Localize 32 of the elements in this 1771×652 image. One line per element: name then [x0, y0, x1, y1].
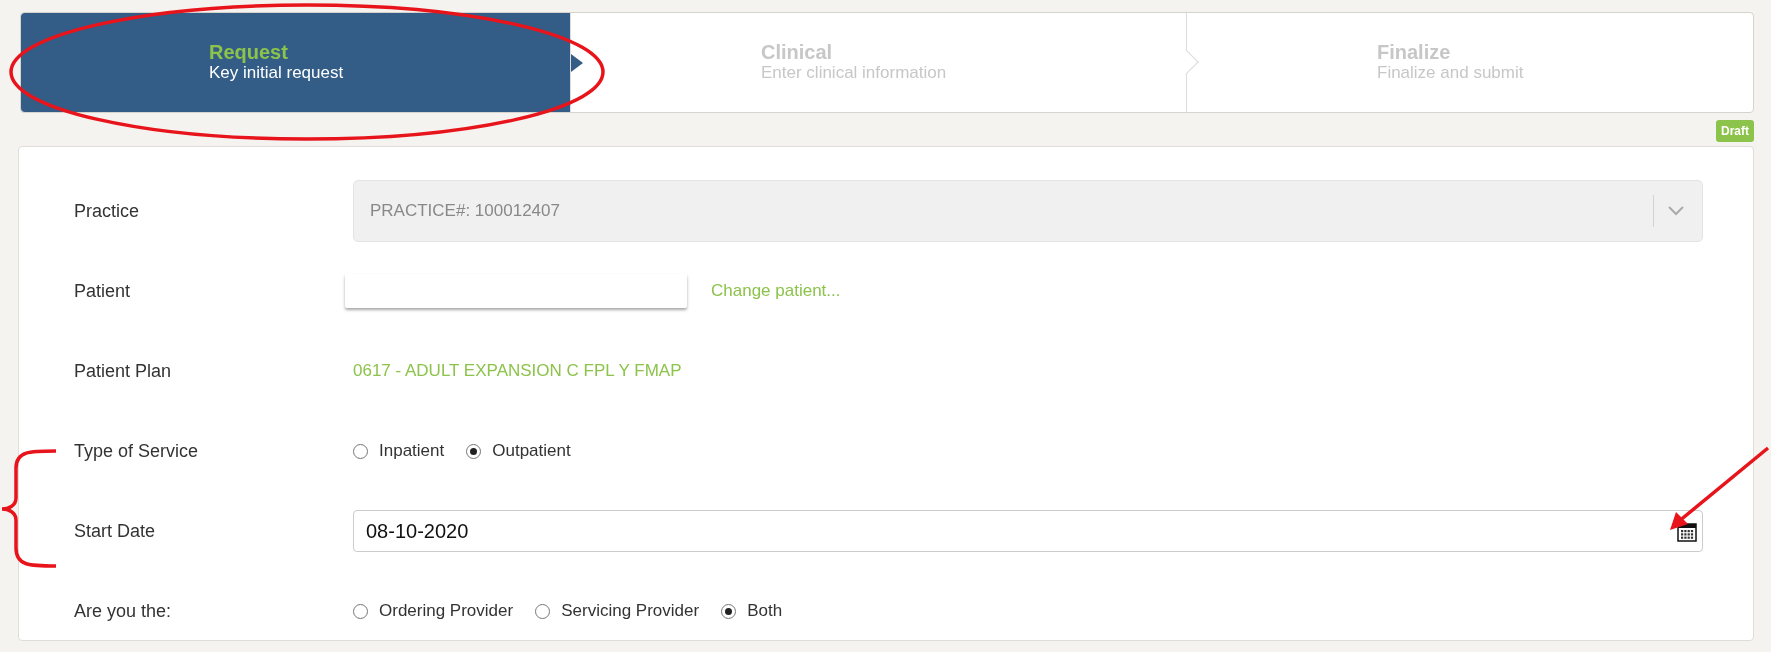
patient-field[interactable] [345, 274, 687, 308]
option-label: Outpatient [492, 440, 571, 463]
radio-button[interactable] [466, 443, 482, 459]
calendar-icon[interactable] [1677, 522, 1697, 542]
radio-button[interactable] [353, 443, 368, 459]
change-patient-link[interactable]: Change patient... [711, 278, 841, 304]
step-title: Request [209, 41, 289, 64]
field-label: Practice [74, 199, 141, 223]
wizard-step[interactable]: Request Key initial request [21, 13, 571, 112]
field-label: Are you the: [74, 599, 173, 623]
option-label: Servicing Provider [561, 600, 700, 623]
wizard-step[interactable]: Finalize Finalize and submit [1187, 13, 1753, 112]
step-arrow [571, 54, 583, 72]
option-label: Both [747, 600, 783, 623]
step-subtitle: Enter clinical information [761, 63, 948, 84]
chevron-down-icon [1668, 206, 1684, 216]
radio-button[interactable] [721, 603, 737, 619]
date-field[interactable]: 08-10-2020 [353, 510, 1703, 552]
plan-value: 0617 - ADULT EXPANSION C FPL Y FMAP [353, 360, 682, 383]
radio-button[interactable] [353, 603, 368, 619]
step-subtitle: Finalize and submit [1377, 63, 1525, 84]
step-title: Clinical [761, 41, 834, 64]
field-label: Patient [74, 279, 132, 303]
step-title: Finalize [1377, 41, 1452, 64]
radio-button[interactable] [535, 603, 551, 619]
field-label: Start Date [74, 519, 157, 543]
field-label: Patient Plan [74, 359, 173, 383]
option-label: Inpatient [379, 440, 445, 463]
field-label: Type of Service [74, 439, 200, 463]
step-subtitle: Key initial request [209, 63, 345, 84]
option-label: Ordering Provider [379, 600, 514, 623]
status-badge: Draft [1716, 120, 1754, 142]
